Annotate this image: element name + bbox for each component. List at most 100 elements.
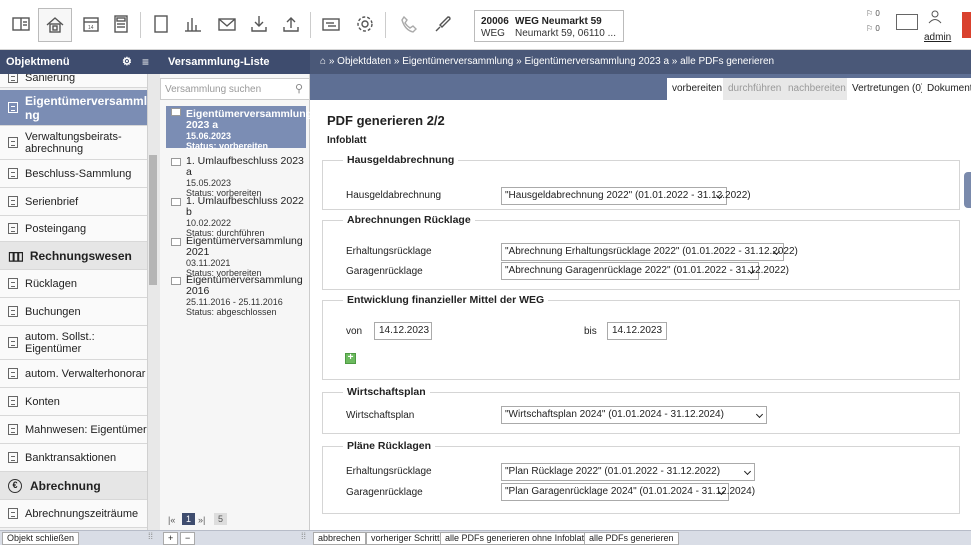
tab-nachbereiten[interactable]: nachbereiten (783, 78, 851, 100)
transfer-icon[interactable] (316, 9, 346, 39)
sidebar-item-autom-sollst[interactable]: autom. Sollst.: Eigentümer (0, 326, 147, 360)
sidebar-item-label: Posteingang (25, 222, 87, 235)
erhaltung-abrechnung-select[interactable]: "Abrechnung Erhaltungsrücklage 2022" (01… (501, 243, 798, 261)
fieldset-legend: Entwicklung finanzieller Mittel der WEG (343, 294, 549, 306)
document-icon (8, 278, 18, 289)
sidebar-item-verwalterhonorar[interactable]: autom. Verwalterhonorar (0, 360, 147, 388)
sidebar-item-label: Sanierung (25, 74, 76, 84)
list-item[interactable]: Eigentümerversammlung 2021 03.11.2021 Stat… (166, 236, 306, 278)
resize-handle-icon[interactable]: ⁞⁞ (301, 531, 306, 541)
document-icon[interactable] (146, 9, 176, 39)
resize-handle-icon[interactable]: ⁞⁞ (148, 531, 153, 541)
document-icon (8, 223, 18, 234)
collapse-button[interactable]: − (180, 532, 196, 545)
list-item[interactable]: Eigentümerversammlung 2023 a 15.06.2023 St… (166, 106, 312, 151)
phone-icon[interactable] (394, 9, 424, 39)
chat-icon[interactable] (896, 14, 918, 30)
sidebar-item-serienbrief[interactable]: Serienbrief (0, 188, 147, 216)
object-info-box[interactable]: 20006 WEG WEG Neumarkt 59 Neumarkt 59, 0… (474, 10, 624, 42)
sidebar-item-banktransaktionen[interactable]: Banktransaktionen (0, 444, 147, 472)
admin-link[interactable]: admin (924, 32, 951, 43)
sidebar-item-verwaltungsbeirat[interactable]: Verwaltungsbeirats-abrechnung (0, 126, 147, 160)
notification-1[interactable]: ⚐ 0 (866, 9, 880, 18)
hausgeld-select[interactable]: "Hausgeldabrechnung 2022" (01.01.2022 - … (501, 187, 751, 205)
document-icon (8, 137, 18, 148)
chart-icon[interactable] (178, 9, 208, 39)
fieldset-legend: Hausgeldabrechnung (343, 154, 459, 166)
sidebar-group-rechnungswesen[interactable]: ▯▯▯ Rechnungswesen (0, 242, 147, 270)
sidebar-scrollbar-thumb[interactable] (149, 155, 157, 285)
total-pages: 5 (214, 513, 228, 525)
list-item[interactable]: Eigentümerversammlung 2016 25.11.2016 - 2… (166, 275, 306, 317)
contacts-icon[interactable] (6, 9, 36, 39)
first-page-icon[interactable]: |« (168, 515, 175, 525)
menu-toggle-icon[interactable]: ≡ (142, 50, 149, 74)
last-page-icon[interactable]: »| (198, 515, 205, 525)
download-icon[interactable] (244, 9, 274, 39)
cancel-button[interactable]: abbrechen (313, 532, 366, 545)
user-icon[interactable] (928, 10, 942, 24)
to-date-input[interactable]: 14.12.2023 (607, 322, 667, 340)
plan-garagen-select[interactable]: "Plan Garagenrücklage 2024" (01.01.2024 … (501, 483, 755, 501)
breadcrumb-path[interactable]: » Objektdaten » Eigentümerversammlung » … (329, 56, 774, 67)
search-input[interactable]: Versammlung suchen ⚲ (160, 78, 310, 100)
sidebar-item-beschluss-sammlung[interactable]: Beschluss-Sammlung (0, 160, 147, 188)
calendar-icon[interactable]: 14 (76, 9, 106, 39)
gear-icon[interactable] (350, 9, 380, 39)
page-subtitle: Infoblatt (327, 135, 367, 146)
svg-text:14: 14 (88, 25, 94, 31)
page-title: PDF generieren 2/2 (327, 113, 445, 128)
generate-without-infosheet-button[interactable]: alle PDFs generieren ohne Infoblatt (440, 532, 592, 545)
tab-vorbereiten[interactable]: vorbereiten (667, 78, 728, 100)
sidebar-item-posteingang[interactable]: Posteingang (0, 216, 147, 242)
sidebar-scrollbar[interactable] (147, 74, 160, 530)
calculator-icon[interactable] (106, 9, 136, 39)
previous-step-button[interactable]: vorheriger Schritt (366, 532, 445, 545)
list-item[interactable]: 1. Umlaufbeschluss 2023 a 15.05.2023 Statu… (166, 156, 306, 198)
sidebar-item-buchungen[interactable]: Buchungen (0, 298, 147, 326)
tab-dokumente[interactable]: Dokumente (922, 78, 971, 100)
settings-icon[interactable]: ⚙ (122, 50, 132, 74)
home-breadcrumb-icon[interactable]: ⌂ (320, 56, 326, 67)
expand-button[interactable]: + (163, 532, 179, 545)
document-icon (8, 74, 18, 83)
from-date-input[interactable]: 14.12.2023 (374, 322, 432, 340)
garagen-abrechnung-select[interactable]: "Abrechnung Garagenrücklage 2022" (01.01… (501, 262, 789, 280)
notification-count: 0 (875, 24, 880, 33)
document-icon (8, 452, 18, 463)
ledger-icon: ▯▯▯ (8, 248, 24, 263)
sidebar-item-eigentuemerversammlung[interactable]: Eigentümerversammlu ng (0, 90, 147, 126)
plan-erhaltung-select[interactable]: "Plan Rücklage 2022" (01.01.2022 - 31.12… (501, 463, 755, 481)
document-icon (8, 396, 18, 407)
search-icon[interactable]: ⚲ (295, 82, 303, 95)
mail-icon[interactable] (212, 9, 242, 39)
side-panel-handle[interactable] (964, 172, 971, 208)
home-icon[interactable] (38, 8, 72, 42)
sidebar-item-label: Banktransaktionen (25, 451, 117, 464)
rocket-icon[interactable] (428, 9, 458, 39)
separator (385, 12, 386, 38)
tab-durchfuehren[interactable]: durchführen (723, 78, 787, 100)
sidebar-item-ruecklagen[interactable]: Rücklagen (0, 270, 147, 298)
sidebar-item-abrechnungszeitraeume[interactable]: Abrechnungszeiträume (0, 500, 147, 528)
list-item-status: Status: vorbereiten (186, 141, 269, 151)
sidebar-group-abrechnung[interactable]: € Abrechnung (0, 472, 147, 500)
sidebar-item-konten[interactable]: Konten (0, 388, 147, 416)
sidebar-item-mahnwesen[interactable]: Mahnwesen: Eigentümer (0, 416, 147, 444)
upload-icon[interactable] (276, 9, 306, 39)
wirtschaftsplan-select[interactable]: "Wirtschaftsplan 2024" (01.01.2024 - 31.… (501, 406, 767, 424)
pager: |« 1 »| 5 (160, 512, 310, 530)
generate-all-button[interactable]: alle PDFs generieren (584, 532, 679, 545)
document-icon (171, 158, 181, 166)
fieldset-legend: Abrechnungen Rücklage (343, 214, 475, 226)
logout-button[interactable] (962, 12, 971, 38)
current-page[interactable]: 1 (182, 513, 196, 525)
close-object-button[interactable]: Objekt schließen (2, 532, 80, 545)
sidebar-item-label: autom. Sollst.: Eigentümer (25, 330, 95, 355)
sidebar-item-label: Rücklagen (25, 277, 77, 290)
add-icon[interactable]: + (345, 353, 356, 364)
sidebar-item-sanierung[interactable]: Sanierung (0, 74, 147, 88)
list-item[interactable]: 1. Umlaufbeschluss 2022 b 10.02.2022 Statu… (166, 196, 306, 238)
tab-vertretungen[interactable]: Vertretungen (0) (847, 78, 930, 100)
notification-2[interactable]: ⚐ 0 (866, 24, 880, 33)
